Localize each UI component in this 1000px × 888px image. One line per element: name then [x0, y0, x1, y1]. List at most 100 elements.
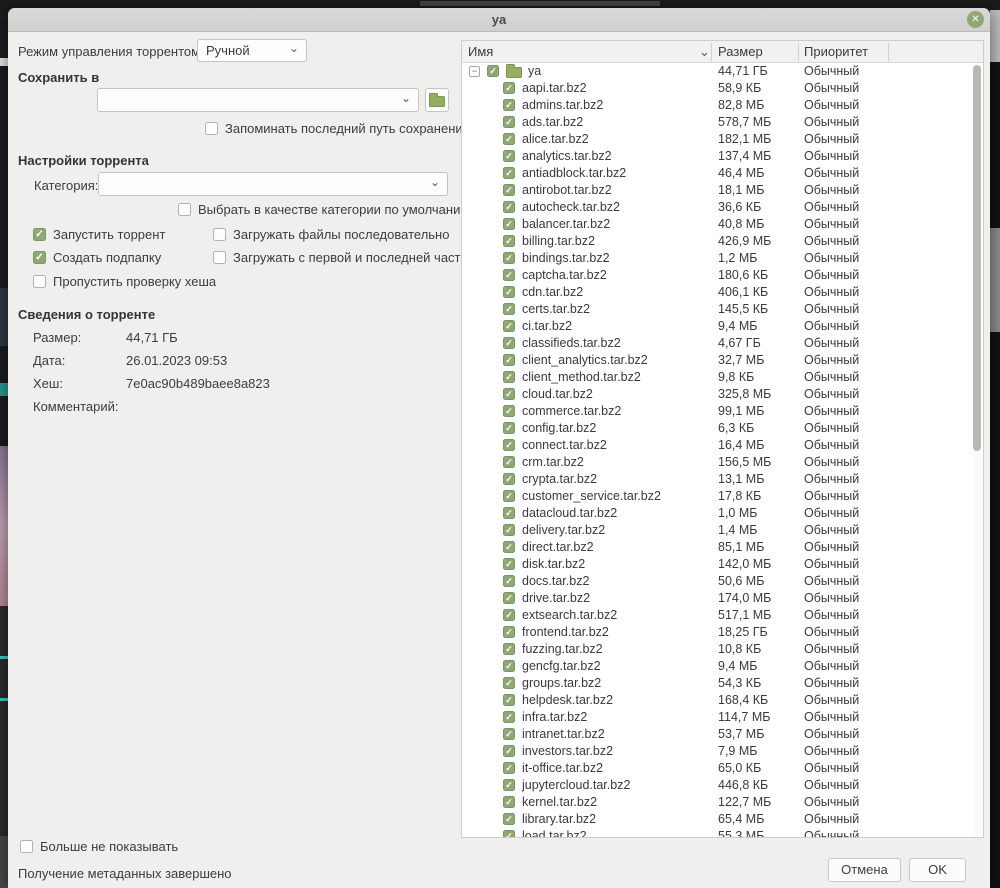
close-button[interactable]: ✕ — [967, 11, 984, 28]
file-priority[interactable]: Обычный — [804, 98, 859, 112]
file-checkbox[interactable]: ✓ — [503, 626, 515, 638]
file-priority[interactable]: Обычный — [804, 302, 859, 316]
column-header-name[interactable]: Имя — [468, 44, 493, 59]
file-row[interactable]: ✓ extsearch.tar.bz2 517,1 МБ Обычный — [462, 607, 983, 624]
cancel-button[interactable]: Отмена — [828, 858, 901, 882]
file-row[interactable]: ✓ cdn.tar.bz2 406,1 КБ Обычный — [462, 284, 983, 301]
file-row[interactable]: ✓ commerce.tar.bz2 99,1 МБ Обычный — [462, 403, 983, 420]
file-checkbox[interactable]: ✓ — [503, 82, 515, 94]
file-checkbox[interactable]: ✓ — [503, 524, 515, 536]
file-checkbox[interactable]: ✓ — [503, 694, 515, 706]
browse-folder-button[interactable] — [425, 88, 449, 112]
file-row[interactable]: ✓ ci.tar.bz2 9,4 МБ Обычный — [462, 318, 983, 335]
file-checkbox[interactable]: ✓ — [503, 609, 515, 621]
file-row[interactable]: ✓ kernel.tar.bz2 122,7 МБ Обычный — [462, 794, 983, 811]
file-checkbox[interactable]: ✓ — [503, 422, 515, 434]
start-torrent-checkbox[interactable]: ✓ — [33, 228, 46, 241]
file-row[interactable]: ✓ gencfg.tar.bz2 9,4 МБ Обычный — [462, 658, 983, 675]
remember-path-checkbox[interactable]: ✓ — [205, 122, 218, 135]
file-priority[interactable]: Обычный — [804, 336, 859, 350]
file-checkbox[interactable]: ✓ — [503, 388, 515, 400]
file-priority[interactable]: Обычный — [804, 795, 859, 809]
file-priority[interactable]: Обычный — [804, 540, 859, 554]
file-priority[interactable]: Обычный — [804, 608, 859, 622]
file-row[interactable]: ✓ certs.tar.bz2 145,5 КБ Обычный — [462, 301, 983, 318]
file-checkbox[interactable]: ✓ — [503, 643, 515, 655]
file-row[interactable]: ✓ frontend.tar.bz2 18,25 ГБ Обычный — [462, 624, 983, 641]
file-checkbox[interactable]: ✓ — [503, 575, 515, 587]
file-checkbox[interactable]: ✓ — [503, 150, 515, 162]
expander-icon[interactable]: − — [469, 66, 480, 77]
file-priority[interactable]: Обычный — [804, 217, 859, 231]
ok-button[interactable]: OK — [909, 858, 966, 882]
file-row[interactable]: ✓ disk.tar.bz2 142,0 МБ Обычный — [462, 556, 983, 573]
file-priority[interactable]: Обычный — [804, 370, 859, 384]
scrollbar-thumb[interactable] — [973, 65, 981, 451]
file-row[interactable]: ✓ docs.tar.bz2 50,6 МБ Обычный — [462, 573, 983, 590]
file-priority[interactable]: Обычный — [804, 132, 859, 146]
file-priority[interactable]: Обычный — [804, 829, 859, 837]
file-priority[interactable]: Обычный — [804, 353, 859, 367]
file-checkbox[interactable]: ✓ — [503, 320, 515, 332]
file-checkbox[interactable]: ✓ — [503, 167, 515, 179]
file-priority[interactable]: Обычный — [804, 64, 859, 78]
file-priority[interactable]: Обычный — [804, 506, 859, 520]
file-checkbox[interactable]: ✓ — [503, 303, 515, 315]
category-select[interactable]: ⌄ — [98, 172, 448, 196]
file-priority[interactable]: Обычный — [804, 81, 859, 95]
file-priority[interactable]: Обычный — [804, 778, 859, 792]
file-row[interactable]: ✓ config.tar.bz2 6,3 КБ Обычный — [462, 420, 983, 437]
file-priority[interactable]: Обычный — [804, 591, 859, 605]
file-row[interactable]: ✓ alice.tar.bz2 182,1 МБ Обычный — [462, 131, 983, 148]
file-row[interactable]: ✓ it-office.tar.bz2 65,0 КБ Обычный — [462, 760, 983, 777]
file-checkbox[interactable]: ✓ — [503, 286, 515, 298]
file-priority[interactable]: Обычный — [804, 268, 859, 282]
file-checkbox[interactable]: ✓ — [503, 439, 515, 451]
file-priority[interactable]: Обычный — [804, 744, 859, 758]
file-priority[interactable]: Обычный — [804, 523, 859, 537]
file-checkbox[interactable]: ✓ — [503, 660, 515, 672]
file-row[interactable]: ✓ datacloud.tar.bz2 1,0 МБ Обычный — [462, 505, 983, 522]
file-priority[interactable]: Обычный — [804, 387, 859, 401]
file-priority[interactable]: Обычный — [804, 421, 859, 435]
file-checkbox[interactable]: ✓ — [503, 541, 515, 553]
file-checkbox[interactable]: ✓ — [503, 218, 515, 230]
file-priority[interactable]: Обычный — [804, 251, 859, 265]
file-priority[interactable]: Обычный — [804, 319, 859, 333]
file-row[interactable]: ✓ delivery.tar.bz2 1,4 МБ Обычный — [462, 522, 983, 539]
file-checkbox[interactable]: ✓ — [503, 354, 515, 366]
file-priority[interactable]: Обычный — [804, 404, 859, 418]
file-row[interactable]: ✓ antirobot.tar.bz2 18,1 МБ Обычный — [462, 182, 983, 199]
file-priority[interactable]: Обычный — [804, 455, 859, 469]
file-checkbox[interactable]: ✓ — [503, 558, 515, 570]
file-row[interactable]: ✓ cloud.tar.bz2 325,8 МБ Обычный — [462, 386, 983, 403]
file-row[interactable]: ✓ ads.tar.bz2 578,7 МБ Обычный — [462, 114, 983, 131]
file-priority[interactable]: Обычный — [804, 676, 859, 690]
file-priority[interactable]: Обычный — [804, 625, 859, 639]
file-checkbox[interactable]: ✓ — [503, 235, 515, 247]
file-row[interactable]: ✓ library.tar.bz2 65,4 МБ Обычный — [462, 811, 983, 828]
default-category-checkbox[interactable]: ✓ — [178, 203, 191, 216]
file-priority[interactable]: Обычный — [804, 659, 859, 673]
file-row[interactable]: ✓ connect.tar.bz2 16,4 МБ Обычный — [462, 437, 983, 454]
file-checkbox[interactable]: ✓ — [487, 65, 499, 77]
file-priority[interactable]: Обычный — [804, 200, 859, 214]
file-checkbox[interactable]: ✓ — [503, 184, 515, 196]
file-priority[interactable]: Обычный — [804, 710, 859, 724]
column-header-size[interactable]: Размер — [718, 44, 763, 59]
file-priority[interactable]: Обычный — [804, 693, 859, 707]
file-row[interactable]: ✓ antiadblock.tar.bz2 46,4 МБ Обычный — [462, 165, 983, 182]
file-row[interactable]: ✓ client_analytics.tar.bz2 32,7 МБ Обычный — [462, 352, 983, 369]
file-priority[interactable]: Обычный — [804, 285, 859, 299]
file-checkbox[interactable]: ✓ — [503, 728, 515, 740]
file-row[interactable]: ✓ intranet.tar.bz2 53,7 МБ Обычный — [462, 726, 983, 743]
file-checkbox[interactable]: ✓ — [503, 99, 515, 111]
file-checkbox[interactable]: ✓ — [503, 762, 515, 774]
management-mode-select[interactable]: Ручной ⌄ — [197, 39, 307, 62]
file-row[interactable]: ✓ load.tar.bz2 55,3 МБ Обычный — [462, 828, 983, 837]
file-checkbox[interactable]: ✓ — [503, 133, 515, 145]
create-subfolder-checkbox[interactable]: ✓ — [33, 251, 46, 264]
save-path-combobox[interactable]: ⌄ — [97, 88, 419, 112]
file-row[interactable]: ✓ crm.tar.bz2 156,5 МБ Обычный — [462, 454, 983, 471]
file-row[interactable]: ✓ fuzzing.tar.bz2 10,8 КБ Обычный — [462, 641, 983, 658]
